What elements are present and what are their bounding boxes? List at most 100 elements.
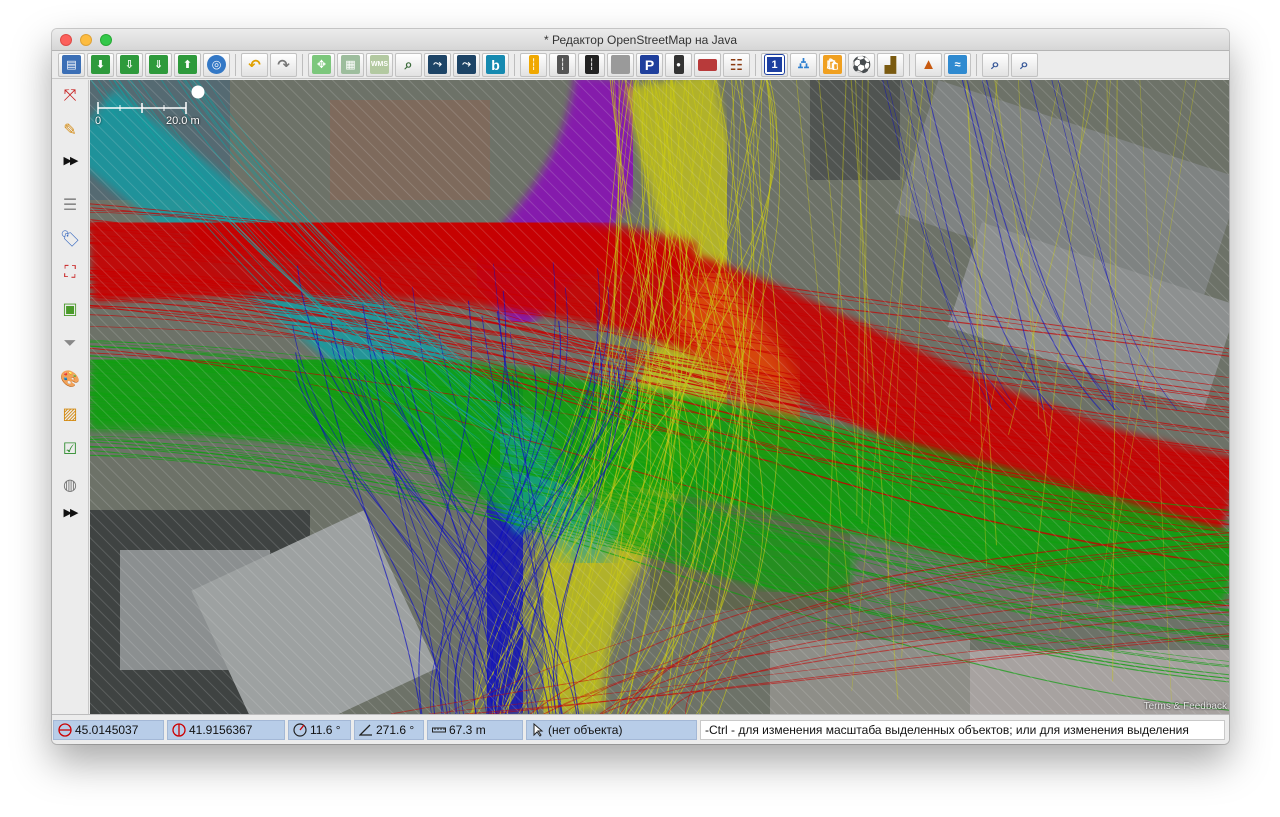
undo-icon: ↶	[248, 56, 261, 74]
map-view[interactable]: 0 20.0 m Terms & Feedback	[90, 80, 1229, 714]
undo-button[interactable]: ↶	[241, 52, 268, 77]
select-tool-button[interactable]: ⤧	[58, 84, 82, 108]
sport-icon: ⚽	[851, 56, 872, 74]
zoom-in-button[interactable]: ⌕	[982, 52, 1009, 77]
minimize-window-button[interactable]	[80, 34, 92, 46]
map-paint-button[interactable]: 🎨	[58, 367, 82, 391]
wiki-icon: ◍	[63, 477, 77, 494]
download-selection-button[interactable]: ⇩	[116, 52, 143, 77]
wms-imagery-icon: ▦	[341, 55, 360, 74]
wiki-button[interactable]: ◍	[58, 473, 82, 497]
more-panels-icon: ▶▶	[63, 506, 79, 519]
rail-button[interactable]: ☷	[723, 52, 750, 77]
more-panels-button[interactable]: ▶▶	[58, 500, 82, 524]
sport-button[interactable]: ⚽	[848, 52, 875, 77]
wms-imagery-button[interactable]: ▦	[337, 52, 364, 77]
more-tools-button[interactable]: ▶▶	[58, 148, 82, 172]
map-paint-icon: 🎨	[60, 371, 80, 388]
status-bar: 45.0145037 41.9156367 11.6 ° 271.6 ° 67.…	[52, 714, 1229, 744]
waterway-button[interactable]: ≈	[944, 52, 971, 77]
mountain-icon: ▲	[921, 56, 936, 73]
latitude-field[interactable]: 45.0145037	[53, 719, 164, 740]
download-button[interactable]: ⬇	[87, 52, 114, 77]
longitude-icon	[172, 722, 186, 737]
update-data-button[interactable]: ⇓	[145, 52, 172, 77]
barrier-icon	[611, 55, 630, 74]
wms-tms-icon: WMS	[370, 55, 389, 74]
pointer-object-icon	[531, 722, 545, 737]
close-window-button[interactable]	[60, 34, 72, 46]
object-info-field[interactable]: (нет объекта)	[526, 719, 697, 740]
open-file-button[interactable]: ▤	[58, 52, 85, 77]
redo-button[interactable]: ↷	[270, 52, 297, 77]
left-sidebar: ⤧ ✎ ▶▶ ☰ 🏷 ⛶ ▣ ⏷ 🎨 ▨ ☑ ◍ ▶▶	[52, 80, 89, 714]
traffic-signal-button[interactable]: ●	[665, 52, 692, 77]
image-panel-button[interactable]: ▣	[58, 297, 82, 321]
mountain-button[interactable]: ▲	[915, 52, 942, 77]
validation-button[interactable]: ☑	[58, 437, 82, 461]
scale-start-label: 0	[95, 115, 102, 127]
imagery-attribution-link[interactable]: Terms & Feedback	[1144, 701, 1227, 712]
validation-icon: ☑	[62, 441, 78, 458]
track-preset-button[interactable]: ⤳	[453, 52, 480, 77]
road-icon: ┆	[556, 55, 569, 74]
zoom-imagery-button[interactable]: ⌕	[395, 52, 422, 77]
validator-button[interactable]: ◎	[203, 52, 230, 77]
main-toolbar: ▤ ⬇ ⇩ ⇓ ⬆ ◎ ↶ ↷ ✥ ▦ WMS ⌕ ⤳ ⤳ b ┆ ┆ ┆ P …	[52, 51, 1229, 79]
map-canvas[interactable]	[90, 80, 1229, 714]
window-title: * Редактор OpenStreetMap на Java	[543, 32, 738, 47]
open-file-icon: ▤	[62, 55, 81, 74]
layers-button[interactable]: ☰	[58, 193, 82, 217]
changeset-button[interactable]: ▨	[58, 402, 82, 426]
toolbar-separator	[909, 53, 910, 76]
josm-window: * Редактор OpenStreetMap на Java ▤ ⬇ ⇩ ⇓…	[52, 29, 1229, 744]
industrial-icon: ▟	[884, 56, 897, 74]
update-data-icon: ⇓	[149, 55, 168, 74]
object-info-value: (нет объекта)	[548, 722, 623, 737]
road-button[interactable]: ┆	[549, 52, 576, 77]
tms-imagery-button[interactable]: ✥	[308, 52, 335, 77]
changeset-icon: ▨	[62, 406, 78, 423]
traffic-signal-icon: ●	[673, 55, 684, 74]
wall-button[interactable]	[694, 52, 721, 77]
upload-button[interactable]: ⬆	[174, 52, 201, 77]
zoom-slider-knob[interactable]	[191, 85, 205, 99]
maximize-window-button[interactable]	[100, 34, 112, 46]
validator-icon: ◎	[207, 55, 226, 74]
relations-icon: ⛶	[64, 264, 76, 281]
lane-icon: ┆	[528, 55, 539, 74]
heading-icon	[293, 722, 307, 737]
filter-button[interactable]: ⏷	[58, 332, 82, 356]
select-tool-icon: ⤧	[63, 87, 77, 104]
road-preset-icon: ⤳	[428, 55, 447, 74]
industrial-button[interactable]: ▟	[877, 52, 904, 77]
longitude-value: 41.9156367	[189, 722, 253, 737]
waterway-icon: ≈	[948, 55, 967, 74]
upload-icon: ⬆	[178, 55, 197, 74]
railway-button[interactable]: ┆	[578, 52, 605, 77]
latitude-value: 45.0145037	[75, 722, 139, 737]
draw-tool-icon: ✎	[63, 122, 77, 139]
zoom-in-icon: ⌕	[991, 56, 1000, 73]
hotel-button[interactable]: ⛼	[790, 52, 817, 77]
toolbar-separator	[235, 53, 236, 76]
road-preset-button[interactable]: ⤳	[424, 52, 451, 77]
route-number-button[interactable]: 1	[761, 52, 788, 77]
tms-imagery-icon: ✥	[312, 55, 331, 74]
redo-icon: ↷	[277, 56, 290, 74]
parking-button[interactable]: P	[636, 52, 663, 77]
longitude-field[interactable]: 41.9156367	[167, 719, 285, 740]
zoom-out-button[interactable]: ⌕	[1011, 52, 1038, 77]
angle-icon	[359, 723, 373, 737]
heading-field: 11.6 °	[288, 719, 351, 740]
lane-button[interactable]: ┆	[520, 52, 547, 77]
relations-button[interactable]: ⛶	[58, 261, 82, 285]
tags-button[interactable]: 🏷	[58, 227, 82, 251]
wms-tms-button[interactable]: WMS	[366, 52, 393, 77]
hotel-icon: ⛼	[797, 55, 810, 72]
barrier-button[interactable]	[607, 52, 634, 77]
ruler-icon	[432, 723, 446, 737]
draw-tool-button[interactable]: ✎	[58, 118, 82, 142]
shop-button[interactable]: 🛍	[819, 52, 846, 77]
bing-imagery-button[interactable]: b	[482, 52, 509, 77]
